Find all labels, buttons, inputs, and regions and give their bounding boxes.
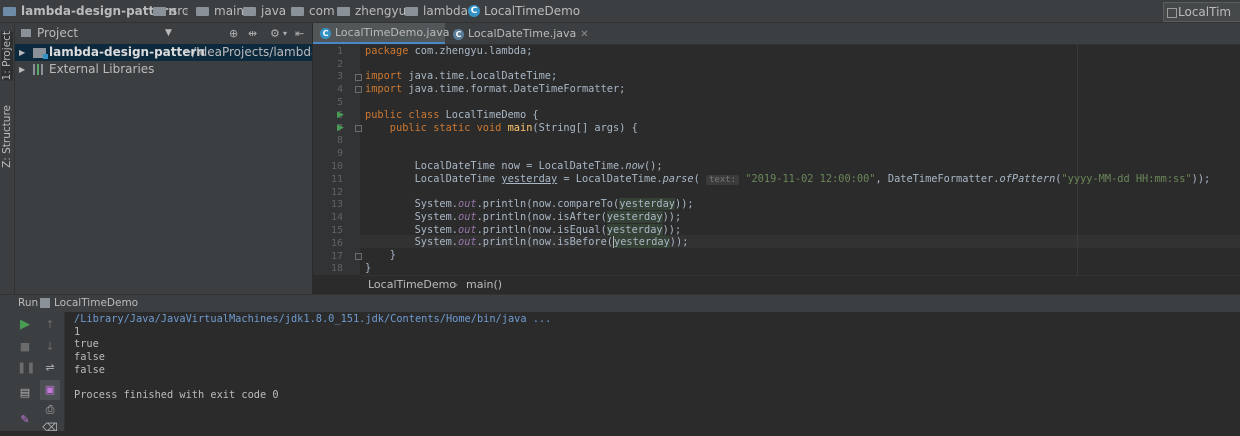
code-line: System.out.println(now.isAfter(yesterday… bbox=[365, 211, 682, 223]
folder-icon bbox=[337, 6, 350, 16]
run-panel-header: Run LocalTimeDemo bbox=[0, 294, 1240, 313]
gear-menu-icon[interactable]: ▾ bbox=[283, 23, 287, 44]
collapse-icon[interactable]: ⇹ bbox=[248, 23, 257, 44]
line-number: 8 bbox=[336, 135, 343, 146]
editor-tab-bar: CLocalTimeDemo.java✕ CLocalDateTime.java… bbox=[313, 23, 1240, 45]
line-number: 4 bbox=[336, 84, 343, 95]
pause-icon[interactable]: ❚❚ bbox=[17, 360, 35, 376]
trash-icon[interactable]: ⌫ bbox=[42, 420, 58, 436]
tree-item-external-libraries[interactable]: ▶ External Libraries bbox=[15, 61, 312, 78]
scroll-to-end-icon[interactable]: ▣ bbox=[40, 380, 60, 400]
line-number: 14 bbox=[330, 212, 343, 223]
line-number: 18 bbox=[330, 263, 343, 274]
tab-localdatetime[interactable]: C LocalDateTime.java ✕ bbox=[446, 23, 589, 44]
right-margin-guide bbox=[1077, 45, 1078, 275]
project-view-icon bbox=[21, 29, 31, 37]
editor-gutter: 1 2 3 4 5 6 7 8 9 10 11 12 13 14 15 16 1… bbox=[313, 45, 360, 275]
navigation-bar: lambda-design-pattern › src › main › jav… bbox=[0, 0, 1240, 23]
expand-arrow-icon[interactable]: ▶ bbox=[19, 61, 25, 78]
breadcrumb-class[interactable]: LocalTimeDemo bbox=[368, 276, 456, 294]
project-view-title[interactable]: Project bbox=[37, 23, 78, 44]
tree-item-project[interactable]: ▶ lambda-design-pattern ~/IdeaProjects/l… bbox=[15, 44, 312, 61]
fold-marker-icon[interactable] bbox=[355, 253, 362, 260]
hide-panel-icon[interactable]: ⇤ bbox=[295, 23, 304, 44]
soft-wrap-icon[interactable]: ⇌ bbox=[42, 360, 58, 376]
fold-marker-icon[interactable] bbox=[355, 125, 362, 132]
layout-icon[interactable]: ▤ bbox=[17, 385, 33, 401]
gear-icon[interactable]: ⚙ bbox=[270, 23, 280, 44]
folder-icon bbox=[153, 6, 166, 16]
code-line: } bbox=[365, 249, 396, 261]
run-panel-title: Run bbox=[18, 297, 39, 309]
crumb-java[interactable]: java › bbox=[243, 0, 298, 22]
line-number: 15 bbox=[330, 225, 343, 236]
line-number: 3 bbox=[336, 71, 343, 82]
run-toolbar: ▶ ↑ ■ ↓ ❚❚ ⇌ ▤ ▣ ⎙ ✎ ⌫ bbox=[0, 312, 65, 434]
java-class-icon: C bbox=[320, 27, 331, 39]
run-main-icon[interactable]: ▶ bbox=[337, 122, 344, 135]
fold-marker-icon[interactable] bbox=[355, 86, 362, 93]
locate-icon[interactable]: ⊕ bbox=[229, 23, 238, 44]
code-line: import java.time.format.DateTimeFormatte… bbox=[365, 83, 626, 95]
rerun-icon[interactable]: ▶ bbox=[17, 317, 33, 333]
code-line: package com.zhengyu.lambda; bbox=[365, 45, 533, 57]
folder-icon bbox=[243, 6, 256, 16]
stop-icon[interactable]: ■ bbox=[17, 339, 33, 355]
expand-arrow-icon[interactable]: ▶ bbox=[19, 44, 25, 61]
run-configuration-dropdown[interactable]: LocalTim bbox=[1163, 2, 1240, 22]
print-icon[interactable]: ⎙ bbox=[42, 402, 58, 418]
line-number: 1 bbox=[336, 46, 343, 57]
console-line: false bbox=[74, 364, 105, 376]
code-line: } bbox=[365, 262, 372, 274]
folder-icon bbox=[291, 6, 304, 16]
tab-structure-tool[interactable]: Z: Structure bbox=[1, 105, 13, 168]
crumb-class[interactable]: C LocalTimeDemo bbox=[468, 0, 580, 22]
run-config-icon bbox=[40, 298, 50, 308]
left-tool-strip: 1: Project Z: Structure bbox=[0, 23, 15, 294]
java-class-icon: C bbox=[468, 5, 480, 17]
chevron-down-icon[interactable]: ▼ bbox=[165, 23, 172, 44]
tab-project-tool[interactable]: 1: Project bbox=[1, 31, 13, 81]
close-icon[interactable]: ✕ bbox=[580, 29, 588, 40]
folder-icon bbox=[196, 6, 209, 16]
code-line: public static void main(String[] args) { bbox=[365, 122, 638, 134]
line-number: 16 bbox=[330, 238, 343, 249]
console-line[interactable]: /Library/Java/JavaVirtualMachines/jdk1.8… bbox=[74, 313, 551, 326]
project-panel-header: Project ▼ ⊕ ⇹ ⚙ ▾ ⇤ bbox=[15, 23, 312, 45]
libraries-icon bbox=[33, 64, 46, 75]
console-line: false bbox=[74, 351, 105, 363]
library-class-icon: C bbox=[453, 28, 464, 40]
run-class-icon[interactable]: ▶ bbox=[337, 109, 344, 122]
run-config-tab[interactable]: LocalTimeDemo bbox=[54, 295, 138, 312]
breadcrumb-separator: › bbox=[454, 278, 459, 291]
code-line: public class LocalTimeDemo { bbox=[365, 109, 539, 121]
parameter-hint: text: bbox=[705, 175, 740, 185]
code-line: LocalDateTime now = LocalDateTime.now(); bbox=[365, 160, 663, 172]
line-number: 11 bbox=[330, 174, 343, 185]
code-line: LocalDateTime yesterday = LocalDateTime.… bbox=[365, 173, 1211, 185]
line-number: 13 bbox=[330, 199, 343, 210]
code-line: System.out.println(now.compareTo(yesterd… bbox=[365, 198, 694, 210]
code-line: import java.time.LocalDateTime; bbox=[365, 70, 558, 82]
line-number: 10 bbox=[330, 161, 343, 172]
folder-icon bbox=[405, 6, 418, 16]
arrow-down-icon[interactable]: ↓ bbox=[42, 339, 58, 355]
line-number: 5 bbox=[336, 97, 343, 108]
editor-breadcrumb: LocalTimeDemo › main() bbox=[360, 275, 1240, 294]
code-line: System.out.println(now.isBefore(yesterda… bbox=[365, 236, 689, 248]
line-number: 9 bbox=[336, 148, 343, 159]
crumb-src[interactable]: src › bbox=[153, 0, 200, 22]
arrow-up-icon[interactable]: ↑ bbox=[42, 317, 58, 333]
console-output[interactable] bbox=[65, 312, 1240, 431]
module-folder-icon bbox=[33, 48, 48, 59]
fold-marker-icon[interactable] bbox=[355, 74, 362, 81]
tab-localtimedemo[interactable]: CLocalTimeDemo.java✕ bbox=[313, 23, 462, 44]
pin-icon[interactable]: ✎ bbox=[17, 412, 33, 428]
project-folder-icon bbox=[3, 6, 16, 16]
console-line: Process finished with exit code 0 bbox=[74, 389, 279, 401]
breadcrumb-method[interactable]: main() bbox=[466, 276, 502, 294]
console-line: true bbox=[74, 338, 99, 350]
